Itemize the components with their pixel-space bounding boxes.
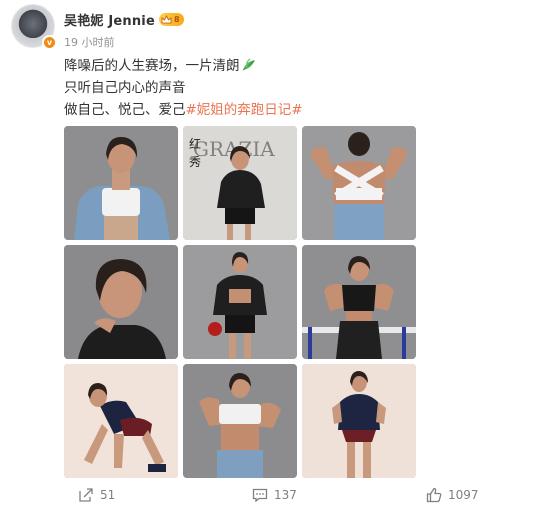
author-name[interactable]: 吴艳妮 Jennie bbox=[64, 10, 155, 29]
photo-8[interactable] bbox=[183, 364, 297, 478]
photo-2[interactable]: GRAZIA 红 秀 bbox=[183, 126, 297, 240]
svg-text:秀: 秀 bbox=[189, 155, 201, 169]
comment-button[interactable]: 137 bbox=[252, 487, 297, 503]
leaf-icon bbox=[242, 58, 255, 71]
action-bar: 51 137 1097 bbox=[0, 487, 550, 509]
post-text-line-3-content: 做自己、悦己、爱己 bbox=[64, 102, 186, 118]
post-text-line-3: 做自己、悦己、爱己#妮姐的奔跑日记# bbox=[64, 99, 303, 121]
photo-4[interactable] bbox=[64, 245, 178, 359]
photo-1[interactable] bbox=[64, 126, 178, 240]
like-button[interactable]: 1097 bbox=[426, 487, 479, 503]
share-count: 51 bbox=[100, 488, 116, 502]
photo-6[interactable] bbox=[302, 245, 416, 359]
photo-5[interactable] bbox=[183, 245, 297, 359]
verified-badge: v bbox=[42, 35, 57, 50]
thumbs-up-icon bbox=[426, 487, 442, 503]
photo-grid: GRAZIA 红 秀 bbox=[64, 126, 418, 480]
svg-text:红: 红 bbox=[189, 136, 201, 151]
photo-9[interactable] bbox=[302, 364, 416, 478]
comment-count: 137 bbox=[274, 488, 297, 502]
author-header: 吴艳妮 Jennie 8 bbox=[64, 10, 184, 29]
post-timestamp[interactable]: 19 小时前 bbox=[64, 34, 115, 50]
weibo-post: v 吴艳妮 Jennie 8 19 小时前 降噪后的人生赛场，一片清朗 只听自己… bbox=[0, 0, 550, 509]
post-text-line-1: 降噪后的人生赛场，一片清朗 bbox=[64, 55, 303, 77]
hashtag-link[interactable]: #妮姐的奔跑日记# bbox=[186, 102, 303, 118]
vip-badge[interactable]: 8 bbox=[158, 13, 184, 26]
avatar[interactable]: v bbox=[11, 4, 57, 50]
share-button[interactable]: 51 bbox=[78, 487, 115, 503]
post-text-line-2: 只听自己内心的声音 bbox=[64, 80, 186, 96]
comment-icon bbox=[252, 488, 268, 503]
photo-3[interactable] bbox=[302, 126, 416, 240]
post-text-line-1-content: 降噪后的人生赛场，一片清朗 bbox=[64, 58, 240, 74]
post-text: 降噪后的人生赛场，一片清朗 只听自己内心的声音 做自己、悦己、爱己#妮姐的奔跑日… bbox=[64, 55, 303, 121]
like-count: 1097 bbox=[448, 488, 479, 502]
share-icon bbox=[79, 488, 93, 502]
vip-level: 8 bbox=[173, 15, 180, 24]
photo-7[interactable] bbox=[64, 364, 178, 478]
crown-icon bbox=[161, 14, 172, 23]
